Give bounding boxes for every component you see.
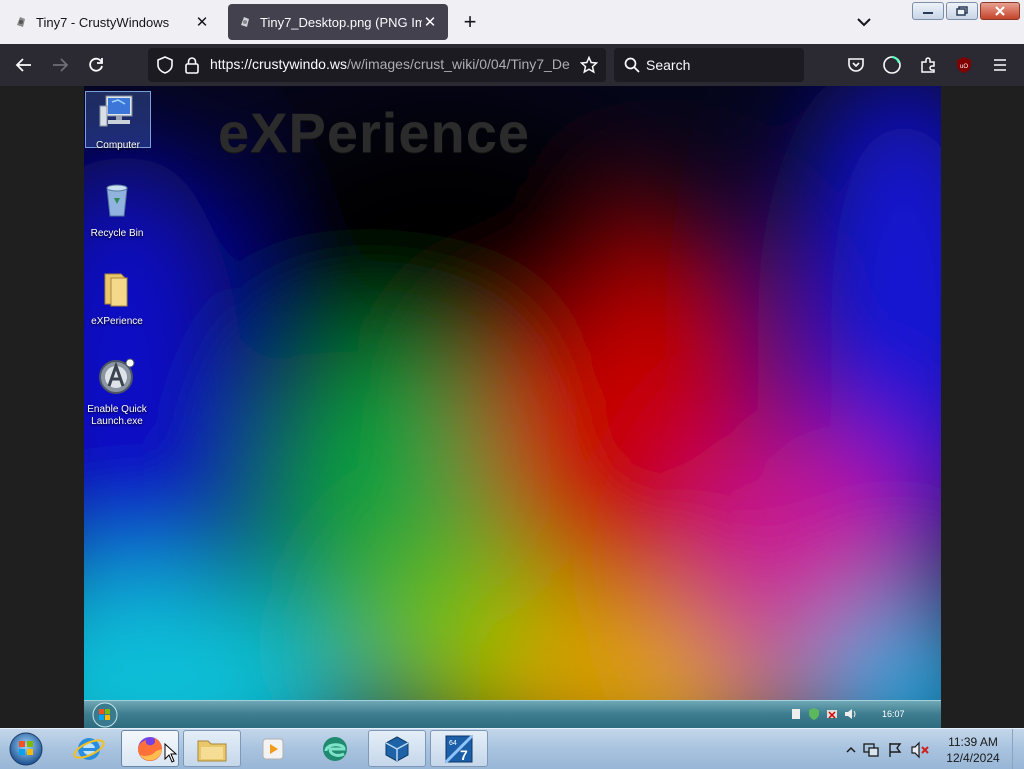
media-player-icon	[262, 738, 284, 759]
computer-icon	[99, 95, 133, 127]
app-menu-button[interactable]	[988, 53, 1012, 77]
wallpaper-logo-text: eXPerience	[218, 101, 530, 164]
account-button[interactable]	[880, 53, 904, 77]
tab-title: Tiny7_Desktop.png (PNG Image	[260, 14, 422, 30]
clock-date: 12/4/2024	[946, 751, 1000, 765]
recycle-bin-icon	[106, 184, 128, 217]
ublock-origin-icon: uO	[957, 57, 971, 73]
tab-title: Tiny7 - CrustyWindows	[36, 14, 170, 30]
tray-network-icon[interactable]	[862, 741, 880, 759]
inner-tray-network-icon	[827, 710, 837, 719]
puzzle-icon	[921, 57, 935, 73]
bookmark-star-icon[interactable]	[580, 56, 598, 74]
wallpaper	[84, 86, 941, 728]
favicon-icon	[241, 17, 249, 27]
taskbar: 7 64 11:39 AM 12/4/2024	[0, 728, 1024, 769]
svg-text:7: 7	[460, 747, 468, 763]
back-arrow-icon	[15, 58, 31, 72]
url-bar[interactable]: https://crustywindo.ws/w/images/crust_wi…	[148, 48, 606, 82]
svg-text:uO: uO	[960, 64, 968, 70]
desktop-icon-label: Enable Quick Launch.exe	[87, 404, 147, 427]
inner-system-tray	[790, 707, 856, 721]
inner-tray-volume-icon	[845, 709, 856, 719]
taskbar-firefox[interactable]	[121, 730, 179, 767]
tracking-protection-shield-icon[interactable]	[156, 56, 174, 74]
taskbar-clock[interactable]: 11:39 AM 12/4/2024	[940, 734, 1006, 766]
tray-volume-muted-icon[interactable]	[910, 741, 930, 759]
account-circle-icon	[883, 56, 901, 74]
new-tab-button[interactable]: +	[458, 10, 482, 34]
reload-button[interactable]	[84, 53, 108, 77]
desktop-icon-enable-quick-launch[interactable]: Enable Quick Launch.exe	[85, 356, 149, 428]
search-icon	[624, 57, 640, 73]
back-button[interactable]	[12, 53, 36, 77]
file-explorer-icon	[197, 740, 227, 761]
taskbar-internet-explorer[interactable]	[60, 730, 118, 767]
close-tab-icon[interactable]: ✕	[422, 13, 438, 31]
inner-start-orb-icon	[92, 702, 118, 728]
tab-tiny7-crustywindows[interactable]: Tiny7 - CrustyWindows ✕	[4, 4, 220, 40]
taskbar-edge[interactable]	[306, 730, 364, 767]
extensions-button[interactable]	[916, 53, 940, 77]
forward-button[interactable]	[48, 53, 72, 77]
taskbar-tiny7[interactable]: 7 64	[430, 730, 488, 767]
folder-icon	[104, 273, 128, 307]
window-caption-buttons	[912, 2, 1020, 20]
search-field[interactable]: Search	[614, 48, 804, 82]
taskbar-file-explorer[interactable]	[183, 730, 241, 767]
url-host: https://crustywindo.ws	[210, 56, 347, 72]
quick-launch-icon	[99, 358, 135, 394]
desktop-icon-recycle-bin[interactable]: Recycle Bin	[85, 180, 149, 240]
navigation-toolbar: https://crustywindo.ws/w/images/crust_wi…	[0, 44, 1024, 86]
desktop-icon-label: Recycle Bin	[90, 228, 144, 239]
taskbar-virtualbox[interactable]	[368, 730, 426, 767]
minimize-icon	[923, 12, 933, 14]
tiny7-desktop-image[interactable]: eXPerience Computer Recycle Bin eXPerien…	[84, 86, 941, 728]
inner-taskbar: 16:07	[84, 700, 941, 728]
maximize-button[interactable]	[946, 2, 978, 20]
desktop-icon-experience-folder[interactable]: eXPerience	[85, 268, 149, 328]
taskbar-media-player[interactable]	[244, 730, 302, 767]
hamburger-menu-icon	[994, 59, 1006, 71]
close-window-button[interactable]	[980, 2, 1020, 20]
show-hidden-icons-chevron-icon[interactable]	[846, 745, 856, 755]
url-text: https://crustywindo.ws/w/images/crust_wi…	[210, 56, 570, 72]
minimize-button[interactable]	[912, 2, 944, 20]
ublock-origin-button[interactable]: uO	[952, 53, 976, 77]
start-button-orb-icon[interactable]	[6, 730, 46, 768]
lock-icon[interactable]	[184, 56, 200, 74]
mouse-cursor-icon	[164, 743, 178, 763]
page-content: eXPerience Computer Recycle Bin eXPerien…	[0, 86, 1024, 728]
list-all-tabs-chevron-icon[interactable]	[852, 12, 876, 32]
firefox-icon	[138, 736, 162, 761]
svg-text:64: 64	[449, 740, 457, 747]
desktop-icon-label: eXPerience	[91, 316, 143, 327]
system-tray	[846, 741, 930, 759]
close-icon	[995, 6, 1005, 16]
edge-icon	[323, 736, 347, 761]
close-tab-icon[interactable]: ✕	[194, 13, 210, 31]
pocket-button[interactable]	[844, 53, 868, 77]
desktop-icon-label: Computer	[96, 140, 140, 151]
inner-clock: 16:07	[882, 709, 905, 719]
url-path: /w/images/crust_wiki/0/04/Tiny7_De	[346, 56, 570, 72]
show-desktop-button[interactable]	[1012, 729, 1024, 769]
tiny7-icon: 7 64	[444, 734, 474, 763]
clock-time: 11:39 AM	[948, 735, 998, 749]
tab-strip: Tiny7 - CrustyWindows ✕ Tiny7_Desktop.pn…	[0, 0, 1024, 44]
pocket-icon	[848, 58, 864, 72]
inner-tray-shield-icon	[809, 708, 819, 720]
favicon-icon	[17, 17, 25, 27]
desktop-icon-computer[interactable]: Computer	[85, 91, 151, 151]
reload-icon	[89, 57, 103, 72]
forward-arrow-icon	[53, 58, 69, 72]
tray-action-center-flag-icon[interactable]	[886, 741, 904, 759]
internet-explorer-icon	[73, 737, 105, 760]
inner-tray-document-icon	[792, 709, 800, 719]
search-placeholder: Search	[646, 57, 691, 73]
restore-icon	[956, 6, 968, 16]
virtualbox-icon	[385, 735, 409, 762]
tab-tiny7-desktop-png[interactable]: Tiny7_Desktop.png (PNG Image ✕	[228, 4, 448, 40]
